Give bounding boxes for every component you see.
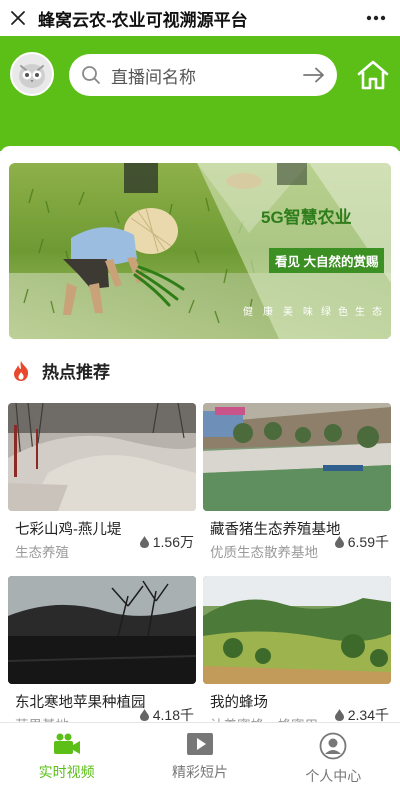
card-title: 东北寒地苹果种植园 [15, 695, 146, 711]
tab-short-clips[interactable]: 精彩短片 [133, 723, 266, 791]
banner-word: 味 [303, 307, 313, 318]
live-thumbnail[interactable] [8, 403, 196, 511]
hot-section-header: 热点推荐 [12, 358, 110, 383]
more-button[interactable] [352, 0, 400, 36]
view-count: 1.56万 [139, 532, 194, 552]
banner-headline: 5G智慧农业 [261, 208, 352, 227]
tab-label: 实时视频 [38, 764, 95, 780]
banner-tagline: 看见 大自然的赏赐 [269, 248, 385, 273]
play-icon [186, 733, 213, 755]
live-card[interactable]: 东北寒地苹果种植园 苹果基地 4.18千 [8, 576, 196, 744]
view-count-value: 1.56万 [152, 534, 194, 550]
live-card[interactable]: 七彩山鸡-燕儿堤 生态养殖 1.56万 [8, 403, 196, 571]
card-title: 我的蜂场 [210, 695, 268, 711]
banner-word: 态 [372, 307, 382, 318]
hot-section-title: 热点推荐 [42, 363, 110, 382]
main-content: 5G智慧农业 看见 大自然的赏赐 健 康 美 味 绿 色 生 态 热点推荐 七彩… [0, 146, 400, 733]
more-icon [366, 15, 386, 21]
banner-word: 健 [243, 307, 253, 318]
bee-farm-photo [203, 576, 391, 684]
pig-farm-photo [203, 403, 391, 511]
banner-word: 绿 [321, 307, 331, 318]
card-title: 七彩山鸡-燕儿堤 [15, 522, 122, 538]
drop-icon [139, 709, 149, 721]
live-card[interactable]: 我的蜂场 认养蜜蜂、蜂蜜用 2.34千 [203, 576, 391, 744]
promo-banner[interactable]: 5G智慧农业 看见 大自然的赏赐 健 康 美 味 绿 色 生 态 [9, 163, 391, 339]
search-icon [82, 66, 100, 84]
close-icon [11, 11, 25, 25]
search-box[interactable]: 直播间名称 [69, 54, 337, 96]
close-button[interactable] [0, 0, 36, 36]
arrow-right-icon[interactable] [303, 67, 325, 83]
card-subtitle: 生态养殖 [15, 545, 69, 560]
tab-label: 个人中心 [305, 768, 362, 784]
view-count-value: 6.59千 [347, 534, 389, 550]
tab-personal-center[interactable]: 个人中心 [267, 723, 400, 791]
chicken-yard-photo [8, 403, 196, 511]
card-subtitle: 优质生态散养基地 [210, 545, 318, 560]
fire-icon [14, 360, 29, 381]
view-count: 6.59千 [334, 532, 389, 552]
video-camera-icon [53, 733, 80, 754]
banner-word: 美 [283, 307, 293, 318]
live-thumbnail[interactable] [8, 576, 196, 684]
banner-word: 康 [263, 307, 273, 318]
owl-avatar-icon [19, 64, 45, 88]
live-card[interactable]: 藏香猪生态养殖基地 优质生态散养基地 6.59千 [203, 403, 391, 571]
app-header: 直播间名称 [0, 36, 400, 151]
banner-words-right: 绿 色 生 态 [321, 303, 382, 318]
avatar[interactable] [10, 52, 54, 96]
drop-icon [334, 536, 344, 548]
bottom-tab-bar: 实时视频 精彩短片 个人中心 [0, 722, 400, 791]
drop-icon [334, 709, 344, 721]
drop-icon [139, 536, 149, 548]
title-bar: 蜂窝云农-农业可视溯源平台 [0, 0, 400, 36]
home-icon [357, 60, 389, 90]
apple-orchard-photo [8, 576, 196, 684]
tab-live-video[interactable]: 实时视频 [0, 723, 133, 791]
live-thumbnail[interactable] [203, 403, 391, 511]
search-input[interactable]: 直播间名称 [111, 63, 303, 88]
card-title: 藏香猪生态养殖基地 [210, 522, 341, 538]
home-button[interactable] [352, 54, 394, 96]
user-icon [319, 732, 347, 760]
banner-word: 生 [355, 307, 365, 318]
live-thumbnail[interactable] [203, 576, 391, 684]
banner-word: 色 [338, 307, 348, 318]
tab-label: 精彩短片 [171, 764, 228, 780]
banner-words-left: 健 康 美 味 [243, 303, 313, 318]
window-title: 蜂窝云农-农业可视溯源平台 [38, 10, 248, 30]
